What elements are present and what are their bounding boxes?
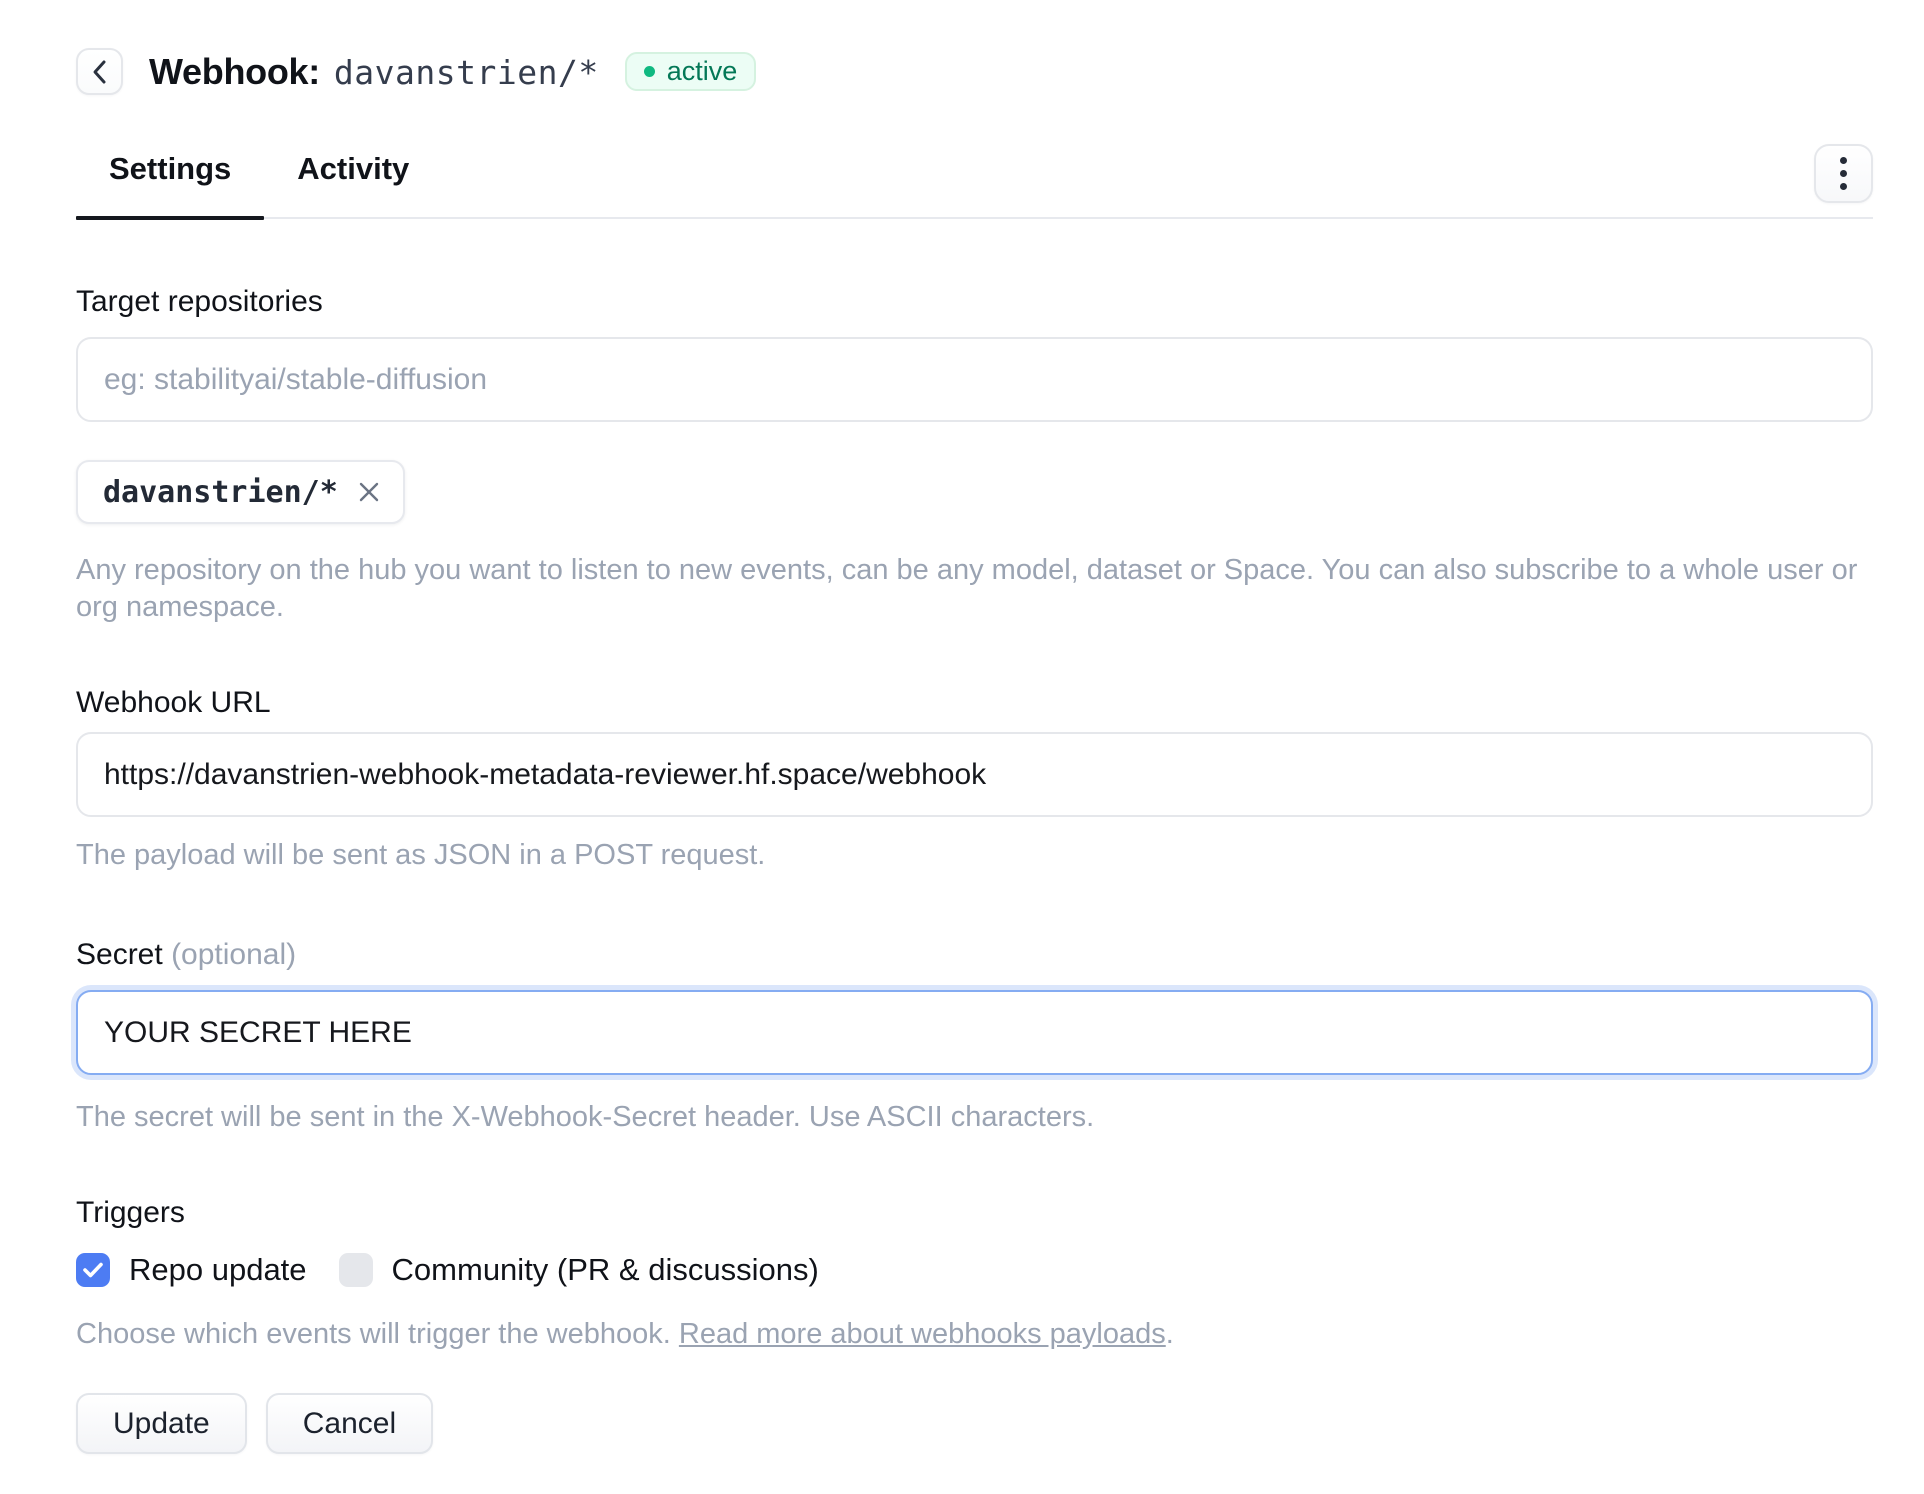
webhook-name: davanstrien/*: [334, 53, 599, 92]
page-title: Webhook: davanstrien/*: [149, 51, 599, 93]
chip-remove-button[interactable]: [357, 480, 381, 504]
tab-settings[interactable]: Settings: [76, 135, 264, 217]
checkbox-repo-update-label: Repo update: [129, 1252, 307, 1288]
more-options-button[interactable]: [1814, 144, 1873, 203]
webhook-url-label: Webhook URL: [76, 684, 1873, 722]
checkbox-repo-update[interactable]: Repo update: [76, 1252, 307, 1288]
secret-label-text: Secret: [76, 938, 163, 971]
webhook-url-input[interactable]: [76, 732, 1873, 817]
page-header: Webhook: davanstrien/* active: [76, 48, 1873, 95]
secret-label: Secret (optional): [76, 936, 1873, 974]
webhook-settings-page: Webhook: davanstrien/* active Settings Ac…: [0, 0, 1924, 1494]
back-button[interactable]: [76, 48, 123, 95]
update-button[interactable]: Update: [76, 1393, 247, 1454]
triggers-label: Triggers: [76, 1194, 1873, 1232]
tab-activity[interactable]: Activity: [264, 135, 442, 217]
target-repositories-input[interactable]: [76, 337, 1873, 422]
repository-chip-row: davanstrien/*: [76, 460, 1873, 524]
chevron-left-icon: [91, 59, 109, 85]
checkbox-checked-icon[interactable]: [76, 1253, 110, 1287]
webhook-url-help: The payload will be sent as JSON in a PO…: [76, 837, 1873, 874]
secret-input[interactable]: [76, 990, 1873, 1075]
repository-chip-label: davanstrien/*: [103, 475, 338, 510]
status-badge-label: active: [667, 56, 738, 87]
checkbox-community-label: Community (PR & discussions): [392, 1252, 819, 1288]
checkbox-community[interactable]: Community (PR & discussions): [339, 1252, 819, 1288]
status-badge: active: [625, 52, 757, 91]
triggers-options-row: Repo update Community (PR & discussions): [76, 1252, 1873, 1288]
secret-optional-text: (optional): [171, 938, 296, 971]
triggers-help-text: Choose which events will trigger the web…: [76, 1318, 679, 1350]
title-prefix: Webhook:: [149, 51, 320, 92]
kebab-menu-icon: [1840, 157, 1847, 190]
form-actions: Update Cancel: [76, 1393, 1873, 1494]
checkbox-unchecked-icon[interactable]: [339, 1253, 373, 1287]
target-repositories-help: Any repository on the hub you want to li…: [76, 552, 1873, 626]
triggers-help-period: .: [1166, 1318, 1174, 1350]
status-dot-icon: [644, 66, 655, 77]
close-icon: [357, 480, 381, 504]
secret-help: The secret will be sent in the X-Webhook…: [76, 1099, 1873, 1136]
triggers-help: Choose which events will trigger the web…: [76, 1316, 1873, 1353]
repository-chip: davanstrien/*: [76, 460, 405, 524]
cancel-button[interactable]: Cancel: [266, 1393, 433, 1454]
webhooks-payloads-link[interactable]: Read more about webhooks payloads: [679, 1318, 1166, 1350]
tab-bar: Settings Activity: [76, 135, 1873, 219]
target-repositories-label: Target repositories: [76, 283, 1873, 321]
